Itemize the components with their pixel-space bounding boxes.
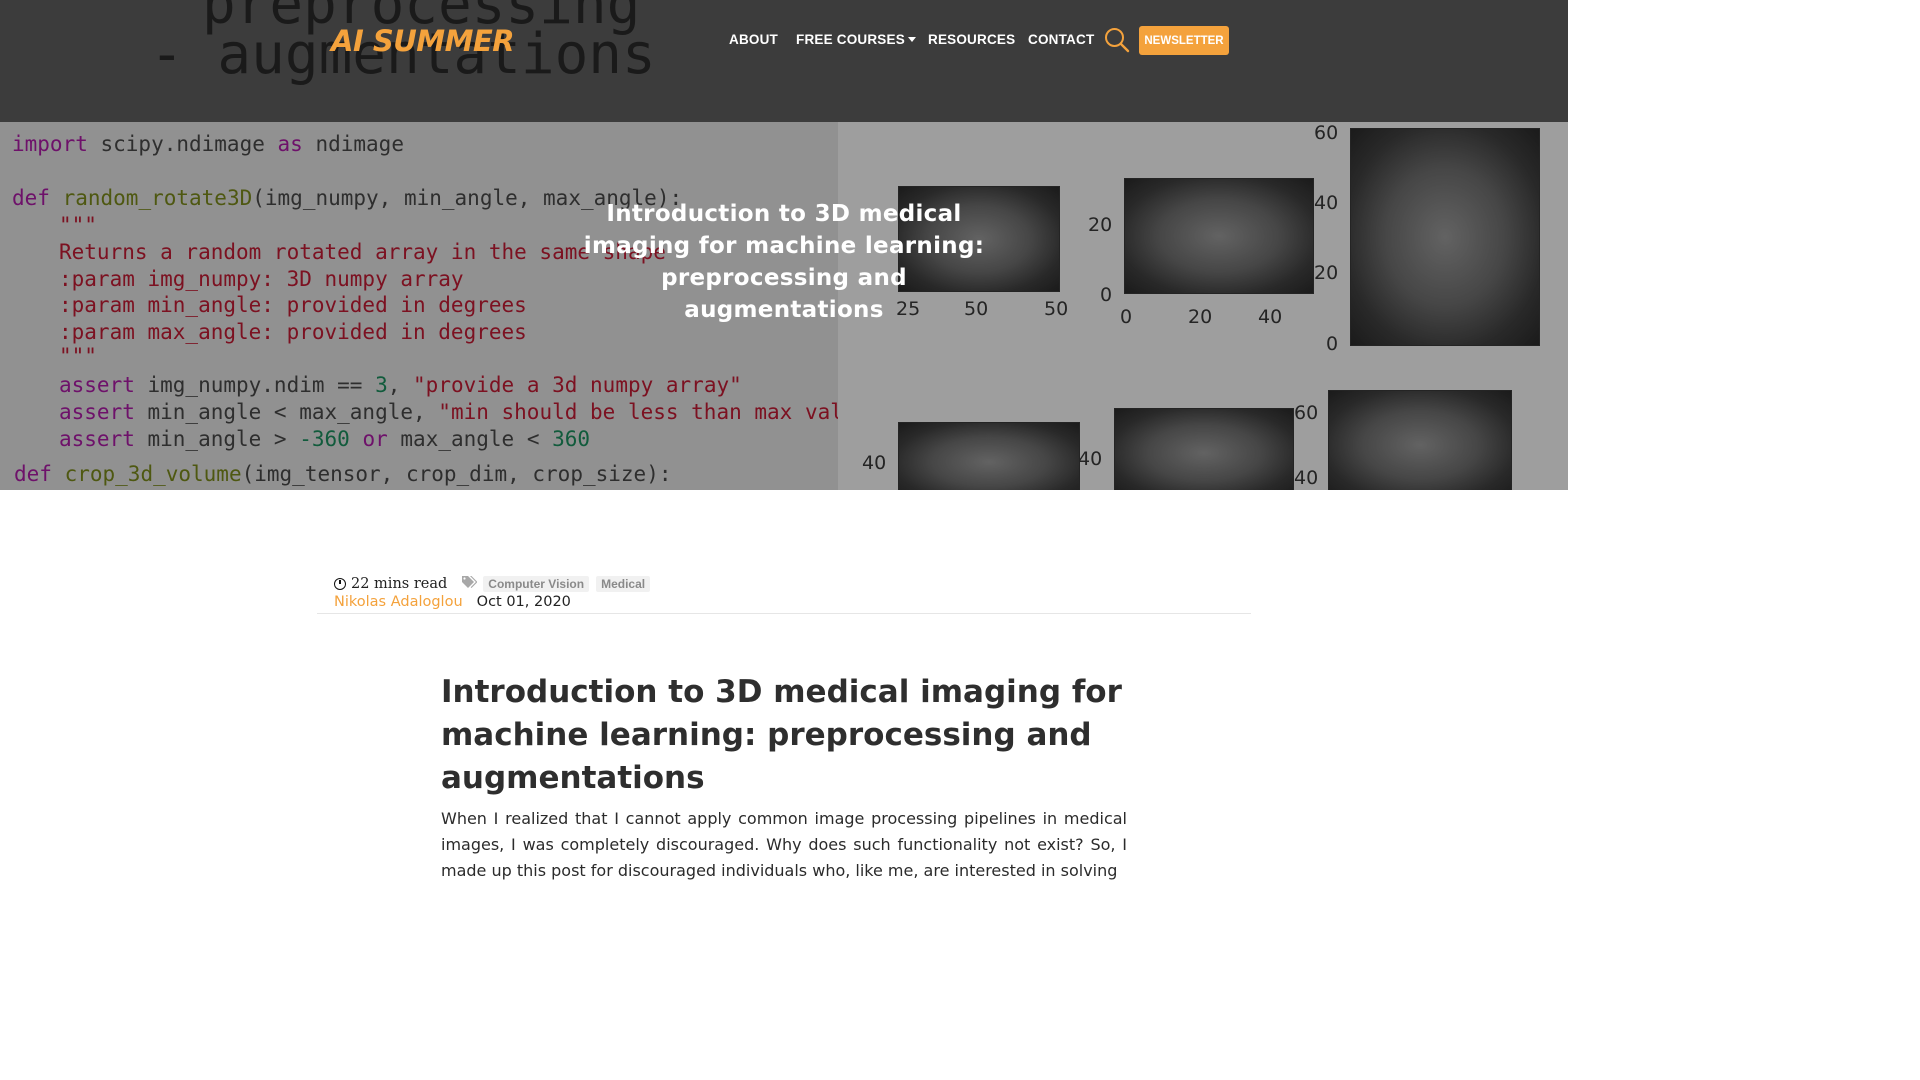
nav-item-free-courses[interactable]: FREE COURSES (796, 32, 916, 47)
publish-date: Oct 01, 2020 (476, 594, 571, 610)
tag-medical[interactable]: Medical (596, 575, 651, 592)
tags-icon (461, 574, 478, 593)
tag-computer-vision[interactable]: Computer Vision (483, 575, 590, 592)
site-logo[interactable]: AI SUMMER (331, 24, 515, 58)
author-link[interactable]: Nikolas Adaloglou (334, 594, 463, 610)
nav-item-contact[interactable]: CONTACT (1028, 32, 1094, 47)
newsletter-button[interactable]: NEWSLETTER (1139, 26, 1229, 55)
clock-icon (334, 577, 346, 590)
nav-item-resources[interactable]: RESOURCES (928, 32, 1015, 47)
post-meta-primary: 22 mins read Computer Vision Medical (334, 574, 657, 593)
post-meta-secondary: Nikolas Adaloglou Oct 01, 2020 (334, 594, 571, 610)
caret-down-icon (907, 37, 916, 42)
hero-title: Introduction to 3D medical imaging for m… (583, 201, 985, 323)
article-intro-paragraph: When I realized that I cannot apply comm… (441, 809, 1127, 880)
read-time: 22 mins read (351, 575, 448, 592)
meta-divider (317, 613, 1251, 614)
article-title: Introduction to 3D medical imaging for m… (441, 674, 1122, 796)
search-icon[interactable] (1104, 27, 1130, 53)
hero-banner: preprocessing - augmentations import sci… (0, 0, 1568, 490)
nav-item-about[interactable]: ABOUT (729, 32, 778, 47)
nav-item-label: FREE COURSES (796, 32, 905, 47)
